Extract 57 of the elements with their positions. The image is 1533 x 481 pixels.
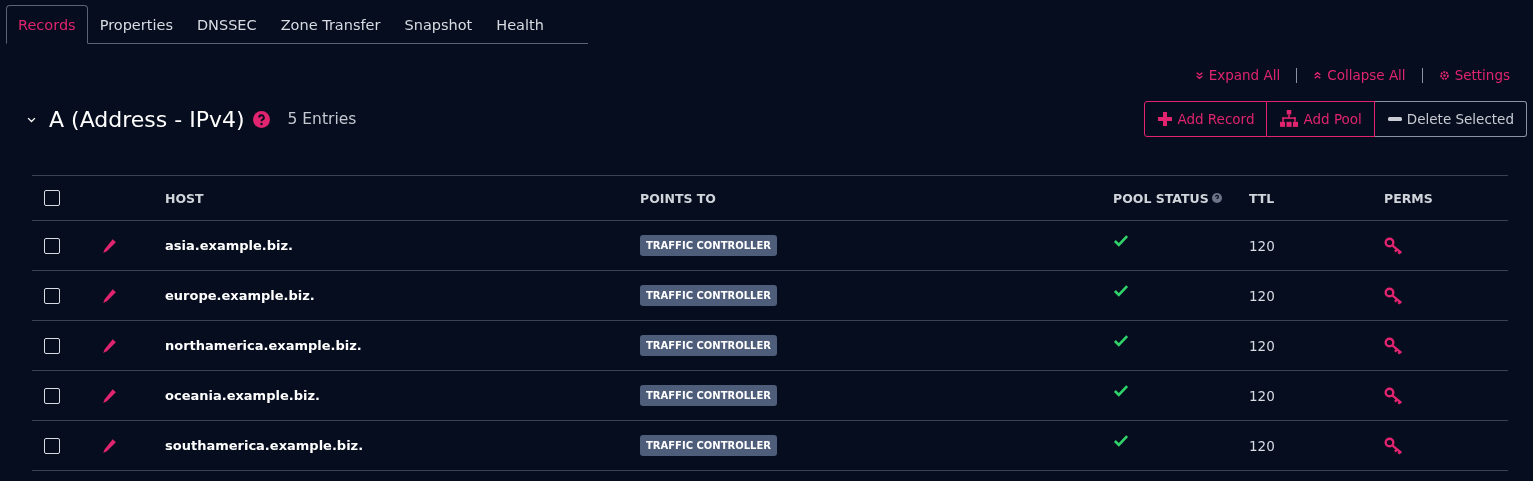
ttl-value: 120: [1249, 437, 1275, 454]
column-header: PERMS: [1384, 190, 1433, 206]
section-title: A (Address - IPv4): [49, 106, 245, 132]
plus-icon: [1157, 111, 1174, 127]
entry-count: 5 Entries: [287, 110, 357, 128]
help-icon: [252, 110, 270, 128]
chevrons-down-icon: [1194, 70, 1204, 80]
row-checkbox[interactable]: [44, 337, 60, 354]
column-header: HOST: [165, 190, 204, 206]
column-header: TTL: [1249, 190, 1275, 206]
tab[interactable]: DNSSEC: [184, 5, 269, 44]
key-icon[interactable]: [1384, 286, 1404, 305]
ttl-value: 120: [1249, 387, 1275, 404]
tab[interactable]: Properties: [87, 5, 185, 44]
help-icon: [1211, 193, 1222, 203]
ttl-value: 120: [1249, 237, 1275, 254]
key-icon[interactable]: [1384, 386, 1404, 405]
row-checkbox[interactable]: [44, 237, 60, 254]
action-button[interactable]: Delete Selected: [1374, 101, 1527, 137]
host-name: southamerica.example.biz.: [165, 438, 364, 453]
tab[interactable]: Snapshot: [392, 5, 485, 44]
key-icon[interactable]: [1384, 336, 1404, 355]
host-name: northamerica.example.biz.: [165, 338, 362, 353]
ttl-value: 120: [1249, 287, 1275, 304]
ttl-value: 120: [1249, 337, 1275, 354]
column-header: POINTS TO: [640, 190, 716, 206]
column-header: POOL STATUS: [1113, 190, 1222, 206]
target-badge: TRAFFIC CONTROLLER: [640, 235, 777, 256]
pencil-icon[interactable]: [101, 337, 118, 354]
sitemap-icon: [1279, 110, 1300, 128]
target-badge: TRAFFIC CONTROLLER: [640, 435, 777, 456]
pencil-icon[interactable]: [101, 437, 118, 454]
pencil-icon[interactable]: [101, 387, 118, 404]
pencil-icon[interactable]: [101, 287, 118, 304]
target-badge: TRAFFIC CONTROLLER: [640, 285, 777, 306]
settings-icon: [1438, 69, 1450, 81]
select-all-checkbox[interactable]: [44, 190, 60, 206]
toolbar-link[interactable]: Collapse All: [1313, 67, 1406, 83]
host-name: asia.example.biz.: [165, 238, 293, 253]
row-checkbox[interactable]: [44, 287, 60, 304]
toolbar-link[interactable]: Settings: [1438, 67, 1510, 83]
action-button[interactable]: Add Record: [1144, 101, 1268, 137]
action-button[interactable]: Add Pool: [1267, 101, 1375, 137]
key-icon[interactable]: [1384, 236, 1404, 255]
host-name: europe.example.biz.: [165, 288, 315, 303]
chevrons-up-icon: [1313, 70, 1323, 80]
host-name: oceania.example.biz.: [165, 388, 320, 403]
row-checkbox[interactable]: [44, 437, 60, 454]
pencil-icon[interactable]: [101, 237, 118, 254]
toolbar-link[interactable]: Expand All: [1194, 67, 1281, 83]
tab[interactable]: Health: [484, 5, 556, 44]
target-badge: TRAFFIC CONTROLLER: [640, 385, 777, 406]
row-checkbox[interactable]: [44, 387, 60, 404]
key-icon[interactable]: [1384, 436, 1404, 455]
target-badge: TRAFFIC CONTROLLER: [640, 335, 777, 356]
tab[interactable]: Zone Transfer: [268, 5, 393, 44]
tab[interactable]: Records: [6, 5, 88, 44]
